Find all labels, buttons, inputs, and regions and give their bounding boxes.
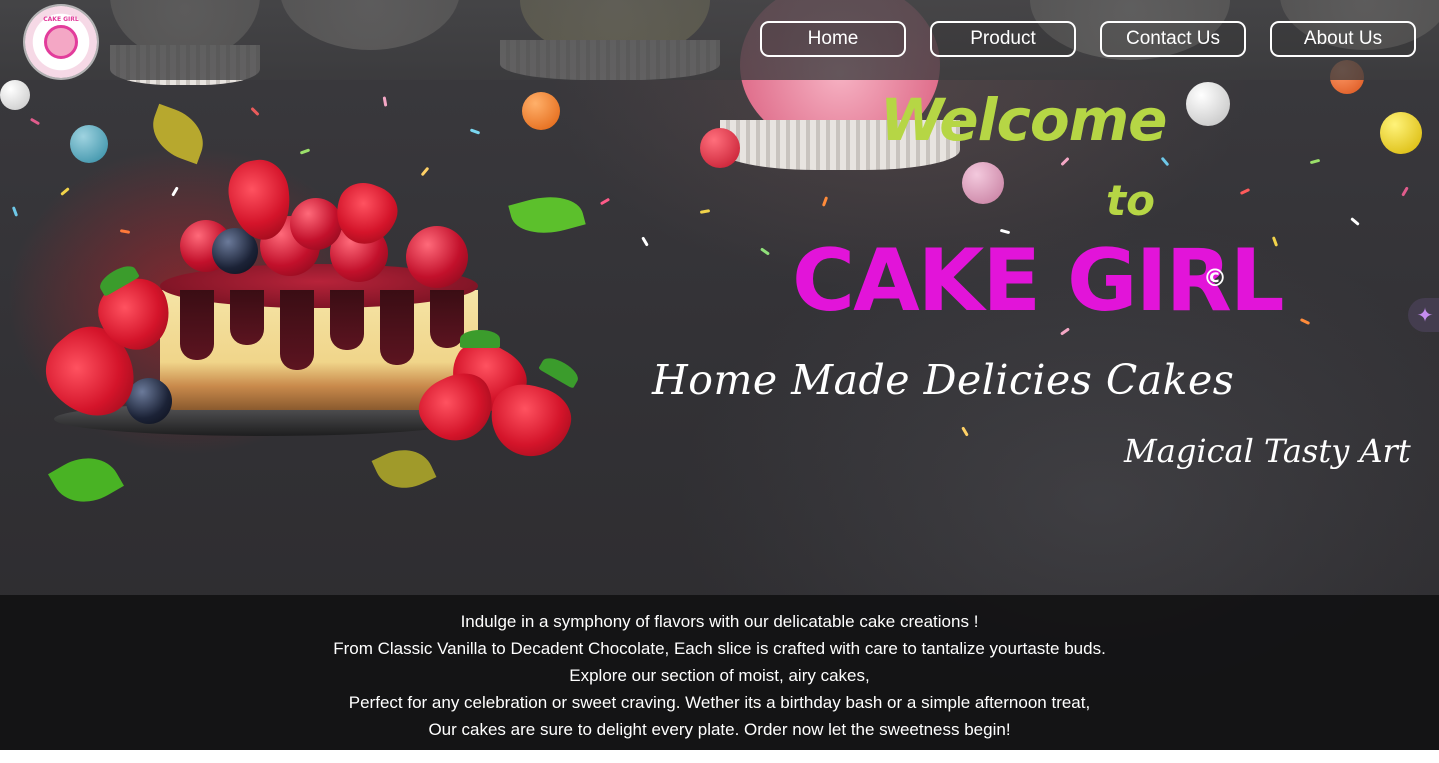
description-line: Indulge in a symphony of flavors with ou…: [460, 612, 979, 631]
sparkle-icon[interactable]: ✦: [1408, 298, 1439, 332]
description-line: From Classic Vanilla to Decadent Chocola…: [333, 639, 1106, 658]
nav-home-button[interactable]: Home: [760, 21, 906, 57]
page: CAKE GIRL Home Product Contact Us About …: [0, 0, 1439, 763]
logo-mascot: [44, 25, 78, 59]
description-line: Our cakes are sure to delight every plat…: [428, 720, 1011, 739]
nav-contact-us-button[interactable]: Contact Us: [1100, 21, 1246, 57]
main-nav: Home Product Contact Us About Us: [760, 21, 1416, 57]
welcome-heading: Welcome: [880, 86, 1167, 154]
nav-about-us-button[interactable]: About Us: [1270, 21, 1416, 57]
logo-image[interactable]: CAKE GIRL: [25, 6, 97, 78]
description-banner: Indulge in a symphony of flavors with ou…: [0, 595, 1439, 750]
description-line: Explore our section of moist, airy cakes…: [569, 666, 870, 685]
to-heading: to: [1106, 176, 1155, 225]
description-line: Perfect for any celebration or sweet cra…: [348, 693, 1091, 712]
nav-product-button[interactable]: Product: [930, 21, 1076, 57]
cake-image: [30, 140, 600, 470]
tagline: Home Made Delicies Cakes: [652, 356, 1235, 404]
logo-text: CAKE GIRL: [43, 16, 79, 23]
subtagline: Magical Tasty Art: [1124, 432, 1411, 470]
copyright-symbol: ©: [1203, 264, 1227, 292]
